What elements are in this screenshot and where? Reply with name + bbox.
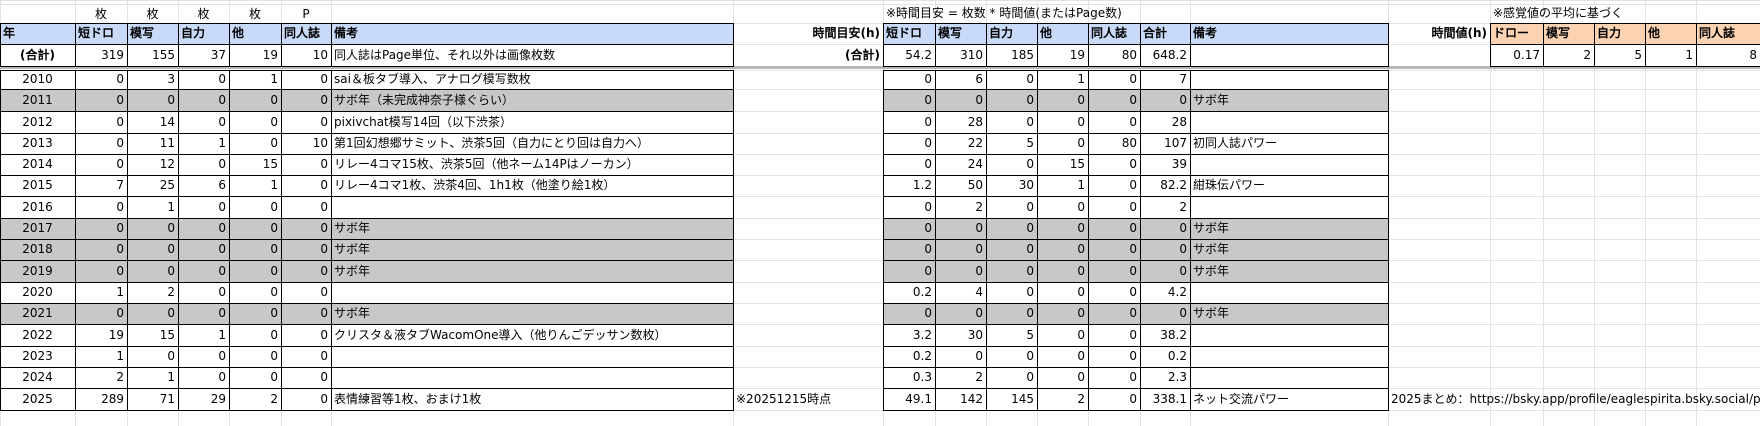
cell-border	[883, 282, 1389, 283]
cell-border	[0, 175, 734, 176]
cell-border	[1190, 23, 1191, 67]
cell-border	[127, 70, 128, 411]
cell-border	[1543, 23, 1544, 67]
cell-border	[733, 23, 734, 67]
cell-border	[883, 23, 1389, 24]
cell-border	[0, 66, 734, 67]
table2-note[interactable]: ※時間目安 = 枚数 * 時間値(またはPage数)	[883, 4, 1388, 23]
cell-border	[0, 154, 734, 155]
cell-border	[883, 133, 1389, 134]
cell-border	[883, 44, 1389, 45]
table1-header-block	[0, 23, 734, 67]
cell-border	[0, 239, 734, 240]
cell-border	[883, 239, 1389, 240]
cell-border	[883, 324, 1389, 325]
table2-header-block	[883, 23, 1389, 67]
table3-block	[1490, 23, 1760, 67]
cell-border	[1645, 23, 1646, 67]
cell-border	[883, 388, 1389, 389]
cell-border	[883, 70, 884, 411]
cell-border	[0, 410, 734, 411]
cell-border	[1140, 23, 1141, 67]
unit-label[interactable]: 枚	[75, 4, 127, 23]
cell-border	[0, 70, 734, 71]
cell-border	[0, 282, 734, 283]
cell-border	[0, 346, 734, 347]
cell-border	[127, 23, 128, 67]
cell-border	[883, 367, 1389, 368]
cell-border	[1037, 70, 1038, 411]
cell-border	[0, 367, 734, 368]
cell-border	[1088, 23, 1089, 67]
cell-border	[883, 218, 1389, 219]
cell-border	[0, 260, 734, 261]
cell-border	[1696, 23, 1697, 67]
cell-border	[1037, 23, 1038, 67]
cell-border	[229, 70, 230, 411]
table2-data-block	[883, 70, 1389, 411]
table3-row-label[interactable]: 時間値(h)	[1388, 23, 1490, 44]
unit-label[interactable]: 枚	[178, 4, 229, 23]
cell-border	[883, 303, 1389, 304]
cell-border	[986, 70, 987, 411]
cell-border	[1490, 23, 1491, 67]
table3-note[interactable]: ※感覚値の平均に基づく	[1490, 4, 1760, 23]
cell-border	[0, 44, 734, 45]
cell-border	[883, 89, 1389, 90]
cell-border	[935, 23, 936, 67]
unit-label[interactable]: 枚	[127, 4, 178, 23]
cell-border	[0, 324, 734, 325]
cell-border	[883, 410, 1389, 411]
cell-border	[1594, 23, 1595, 67]
cell-border	[883, 260, 1389, 261]
cell-border	[0, 23, 1, 67]
cell-border	[935, 70, 936, 411]
cell-border	[883, 66, 1389, 67]
cell-border	[178, 23, 179, 67]
cell-border	[1490, 44, 1760, 45]
cell-border	[1388, 23, 1389, 67]
cell-border	[0, 89, 734, 90]
cell-border	[229, 23, 230, 67]
cell-border	[0, 23, 734, 24]
row-summary-link[interactable]: 2025まとめ：https://bsky.app/profile/eaglesp…	[1388, 388, 1760, 410]
cell-border	[0, 303, 734, 304]
cell-border	[281, 70, 282, 411]
cell-border	[0, 196, 734, 197]
cell-border	[0, 111, 734, 112]
cell-border	[986, 23, 987, 67]
cell-border	[883, 23, 884, 67]
cell-border	[1140, 70, 1141, 411]
cell-border	[1088, 70, 1089, 411]
unit-label[interactable]: 枚	[229, 4, 281, 23]
cell-border	[331, 70, 332, 411]
grid-row-line	[0, 0, 1760, 1]
cell-border	[1190, 70, 1191, 411]
cell-border	[1490, 23, 1760, 24]
cell-border	[178, 70, 179, 411]
table2-total-label[interactable]: (合計)	[733, 44, 883, 66]
unit-label[interactable]: P	[281, 4, 331, 23]
cell-border	[281, 23, 282, 67]
spreadsheet-grid: 枚枚枚枚 P ※時間目安 = 枚数 * 時間値(またはPage数) ※感覚値の平均に基…	[0, 0, 1760, 426]
cell-border	[0, 133, 734, 134]
cell-border	[75, 23, 76, 67]
table1-data-block	[0, 70, 734, 411]
cell-border	[1490, 66, 1760, 67]
cell-border	[883, 70, 1389, 71]
cell-border	[0, 70, 1, 411]
cell-border	[883, 111, 1389, 112]
cell-border	[75, 70, 76, 411]
cell-border	[883, 196, 1389, 197]
cell-border	[883, 154, 1389, 155]
row-side-note[interactable]: ※20251215時点	[733, 388, 883, 410]
cell-border	[1388, 70, 1389, 411]
cell-border	[0, 388, 734, 389]
cell-border	[883, 346, 1389, 347]
cell-border	[331, 23, 332, 67]
cell-border	[733, 70, 734, 411]
table2-row-label[interactable]: 時間目安(h)	[733, 23, 883, 44]
cell-border	[0, 218, 734, 219]
cell-border	[883, 175, 1389, 176]
